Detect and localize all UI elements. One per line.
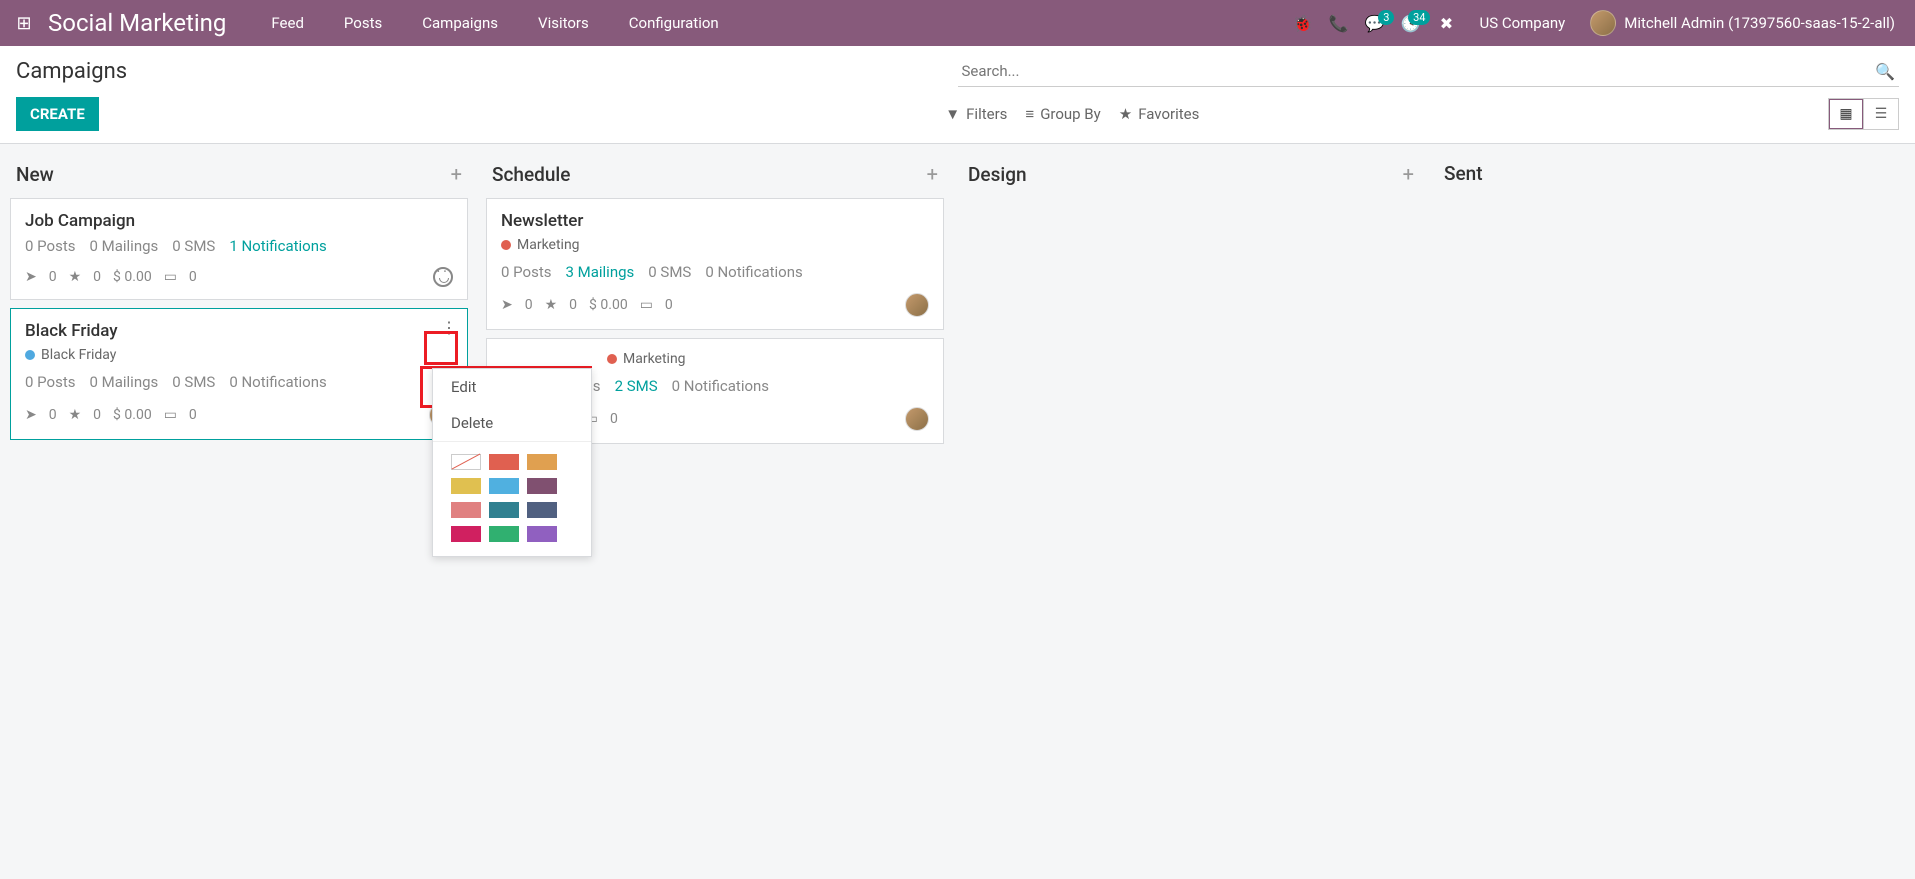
card-black-friday[interactable]: ⋮ Black Friday Black Friday 0 Posts 0 Ma…: [10, 308, 468, 440]
kanban-view-button[interactable]: ▦: [1828, 98, 1864, 130]
funnel-icon: ▼: [945, 105, 960, 123]
tag-text: Marketing: [623, 351, 686, 367]
stat-sms: 0 SMS: [172, 373, 215, 391]
pointer-icon: ➤: [501, 297, 513, 313]
search-icon[interactable]: 🔍: [1871, 58, 1899, 85]
color-purple[interactable]: [527, 526, 557, 542]
stat-sms[interactable]: 2 SMS: [615, 377, 658, 395]
search-input[interactable]: [958, 56, 1872, 86]
avatar-icon: [1590, 10, 1616, 36]
color-lightblue[interactable]: [489, 478, 519, 494]
smile-icon[interactable]: [433, 267, 453, 287]
user-menu[interactable]: Mitchell Admin (17397560-saas-15-2-all): [1580, 10, 1905, 36]
column-title-schedule[interactable]: Schedule: [492, 163, 927, 186]
column-title-sent[interactable]: Sent: [1444, 162, 1724, 185]
nav-visitors[interactable]: Visitors: [518, 0, 609, 46]
stat-posts: 0 Posts: [501, 263, 551, 281]
color-teal[interactable]: [489, 502, 519, 518]
pointer-icon: ➤: [25, 407, 37, 423]
stat-mailings: 0 Mailings: [89, 373, 158, 391]
revenue: $ 0.00: [589, 297, 628, 313]
card-title: Job Campaign: [25, 211, 453, 231]
add-card-icon[interactable]: +: [927, 162, 938, 186]
color-magenta[interactable]: [451, 526, 481, 542]
activity-badge: 34: [1408, 10, 1430, 25]
stat-notifications: 0 Notifications: [229, 373, 326, 391]
card-menu-button[interactable]: ⋮: [439, 317, 459, 337]
list-icon: ≡: [1025, 105, 1034, 123]
stat-posts: 0 Posts: [25, 373, 75, 391]
revenue: $ 0.00: [113, 269, 152, 285]
card-newsletter[interactable]: Newsletter Marketing 0 Posts 3 Mailings …: [486, 198, 944, 330]
color-picker: [433, 441, 591, 556]
avatar-icon[interactable]: [905, 293, 929, 317]
pointer-icon: ➤: [25, 269, 37, 285]
card-menu-dropdown: Edit Delete: [432, 368, 592, 557]
favorites-button[interactable]: ★Favorites: [1119, 105, 1200, 123]
color-red[interactable]: [489, 454, 519, 470]
star-icon: ★: [69, 407, 82, 423]
groupby-button[interactable]: ≡Group By: [1025, 105, 1100, 123]
color-none[interactable]: [451, 454, 481, 470]
tag-text: Marketing: [517, 237, 580, 253]
nav-feed[interactable]: Feed: [251, 0, 324, 46]
color-salmon[interactable]: [451, 502, 481, 518]
stat-mailings: 0 Mailings: [89, 237, 158, 255]
app-name[interactable]: Social Marketing: [48, 9, 226, 37]
debug-icon[interactable]: 🐞: [1284, 14, 1320, 33]
apps-icon[interactable]: ⊞: [10, 13, 38, 34]
card-title: Newsletter: [501, 211, 929, 231]
stat-sms: 0 SMS: [648, 263, 691, 281]
stat-notifications[interactable]: 1 Notifications: [229, 237, 326, 255]
filters-button[interactable]: ▼Filters: [945, 105, 1007, 123]
settings-icon[interactable]: ✖: [1428, 14, 1464, 33]
star-icon: ★: [545, 297, 558, 313]
menu-edit[interactable]: Edit: [433, 369, 591, 405]
money-icon: ▭: [164, 407, 177, 423]
create-button[interactable]: CREATE: [16, 97, 99, 131]
add-card-icon[interactable]: +: [1403, 162, 1414, 186]
money-icon: ▭: [640, 297, 653, 313]
avatar-icon[interactable]: [905, 407, 929, 431]
star-icon: ★: [1119, 105, 1132, 123]
nav-campaigns[interactable]: Campaigns: [402, 0, 518, 46]
list-view-button[interactable]: ☰: [1863, 98, 1899, 130]
tag-dot: [25, 350, 35, 360]
color-plum[interactable]: [527, 478, 557, 494]
money-icon: ▭: [164, 269, 177, 285]
color-yellow[interactable]: [451, 478, 481, 494]
user-name: Mitchell Admin (17397560-saas-15-2-all): [1624, 14, 1895, 32]
discuss-icon[interactable]: 💬3: [1356, 14, 1392, 33]
search-bar[interactable]: 🔍: [958, 56, 1900, 87]
page-title: Campaigns: [16, 59, 958, 84]
activity-icon[interactable]: 🕓34: [1392, 14, 1428, 33]
nav-posts[interactable]: Posts: [324, 0, 402, 46]
stat-posts: 0 Posts: [25, 237, 75, 255]
tag-text: Black Friday: [41, 347, 116, 363]
stat-mailings[interactable]: 3 Mailings: [565, 263, 634, 281]
stat-notifications: 0 Notifications: [705, 263, 802, 281]
color-slate[interactable]: [527, 502, 557, 518]
stat-sms: 0 SMS: [172, 237, 215, 255]
add-card-icon[interactable]: +: [451, 162, 462, 186]
stat-notifications: 0 Notifications: [672, 377, 769, 395]
color-orange[interactable]: [527, 454, 557, 470]
tag-dot: [501, 240, 511, 250]
column-title-new[interactable]: New: [16, 163, 451, 186]
color-green[interactable]: [489, 526, 519, 542]
company-switcher[interactable]: US Company: [1464, 14, 1580, 32]
star-icon: ★: [69, 269, 82, 285]
card-title: Black Friday: [25, 321, 453, 341]
revenue: $ 0.00: [113, 407, 152, 423]
column-title-design[interactable]: Design: [968, 163, 1403, 186]
nav-configuration[interactable]: Configuration: [609, 0, 739, 46]
menu-delete[interactable]: Delete: [433, 405, 591, 441]
tag-dot: [607, 354, 617, 364]
phone-icon[interactable]: 📞: [1320, 14, 1356, 33]
card-job-campaign[interactable]: Job Campaign 0 Posts 0 Mailings 0 SMS 1 …: [10, 198, 468, 300]
